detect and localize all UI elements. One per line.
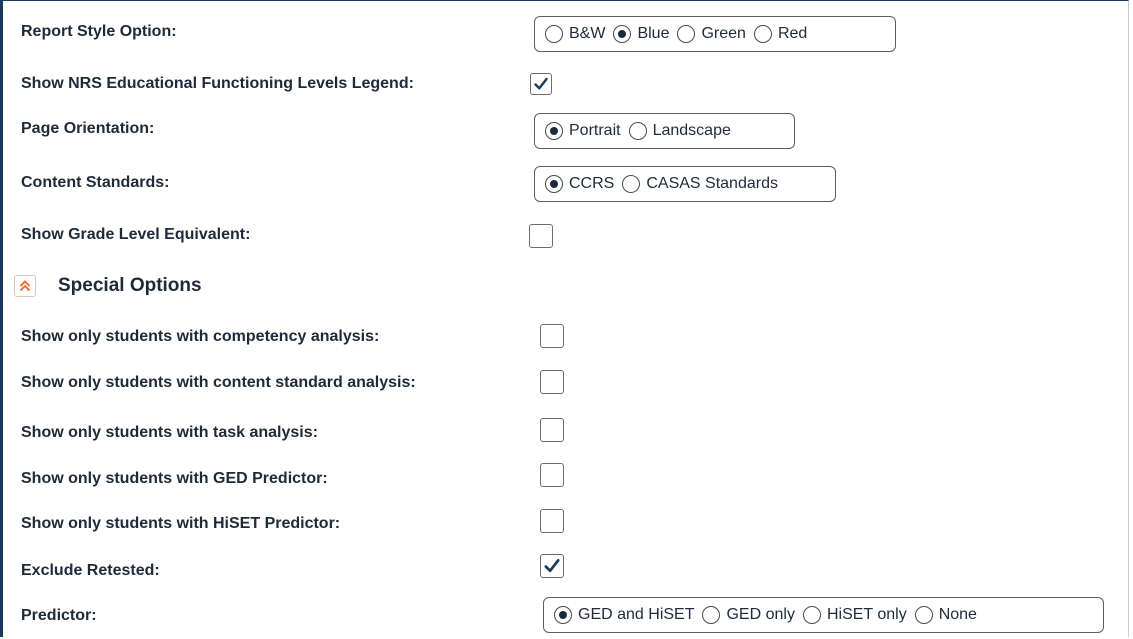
radio-button[interactable] xyxy=(545,122,563,140)
report-style-radio-group: B&W Blue Green Red xyxy=(534,16,896,52)
report-style-label: Report Style Option: xyxy=(21,23,177,40)
special-option-label: Show only students with HiSET Predictor: xyxy=(21,515,341,532)
radio-button[interactable] xyxy=(802,606,821,624)
orientation-option-portrait[interactable]: Portrait xyxy=(545,122,621,140)
radio-button[interactable] xyxy=(554,606,572,624)
radio-button[interactable] xyxy=(545,175,563,193)
ged-predictor-checkbox[interactable] xyxy=(540,463,564,487)
radio-button[interactable] xyxy=(613,25,632,43)
content-standards-option-casas[interactable]: CASAS Standards xyxy=(622,175,778,193)
report-style-option-green[interactable]: Green xyxy=(677,25,746,43)
checkmark-icon xyxy=(534,77,548,90)
predictor-radio-group: GED and HiSET GED only HiSET only None xyxy=(543,597,1104,633)
content-standard-analysis-checkbox[interactable] xyxy=(540,370,564,394)
predictor-option-ged-hiset[interactable]: GED and HiSET xyxy=(554,606,694,624)
report-style-option-red[interactable]: Red xyxy=(753,25,807,43)
grade-level-checkbox[interactable] xyxy=(529,224,553,248)
grade-level-label: Show Grade Level Equivalent: xyxy=(21,226,251,243)
competency-analysis-checkbox[interactable] xyxy=(540,324,564,348)
report-style-option-blue[interactable]: Blue xyxy=(613,25,669,43)
nrs-legend-checkbox[interactable] xyxy=(530,73,552,95)
content-standards-radio-group: CCRS CASAS Standards xyxy=(534,166,836,202)
chevron-double-up-icon xyxy=(19,280,31,292)
special-options-title: Special Options xyxy=(58,275,202,296)
orientation-option-landscape[interactable]: Landscape xyxy=(628,122,731,140)
collapse-section-button[interactable] xyxy=(14,275,36,297)
predictor-label: Predictor: xyxy=(21,607,97,624)
radio-button[interactable] xyxy=(545,25,563,43)
special-option-label: Exclude Retested: xyxy=(21,562,160,579)
options-panel xyxy=(0,0,1129,637)
predictor-option-hiset-only[interactable]: HiSET only xyxy=(802,606,907,624)
content-standards-option-ccrs[interactable]: CCRS xyxy=(545,175,614,193)
radio-button[interactable] xyxy=(914,606,933,624)
task-analysis-checkbox[interactable] xyxy=(540,418,564,442)
page-orientation-radio-group: Portrait Landscape xyxy=(534,113,795,149)
content-standards-label: Content Standards: xyxy=(21,174,170,191)
radio-button[interactable] xyxy=(753,25,772,43)
checkmark-icon xyxy=(544,559,560,573)
exclude-retested-checkbox[interactable] xyxy=(540,554,564,578)
special-option-label: Show only students with task analysis: xyxy=(21,424,318,441)
predictor-option-none[interactable]: None xyxy=(914,606,977,624)
radio-button[interactable] xyxy=(702,606,721,624)
report-style-option-bw[interactable]: B&W xyxy=(545,25,605,43)
special-option-label: Show only students with GED Predictor: xyxy=(21,470,328,487)
radio-button[interactable] xyxy=(622,175,641,193)
hiset-predictor-checkbox[interactable] xyxy=(540,509,564,533)
predictor-option-ged-only[interactable]: GED only xyxy=(702,606,795,624)
page-orientation-label: Page Orientation: xyxy=(21,120,155,137)
special-option-label: Show only students with content standard… xyxy=(21,374,416,391)
nrs-legend-label: Show NRS Educational Functioning Levels … xyxy=(21,75,414,92)
special-option-label: Show only students with competency analy… xyxy=(21,328,380,345)
radio-button[interactable] xyxy=(628,122,647,140)
radio-button[interactable] xyxy=(677,25,696,43)
